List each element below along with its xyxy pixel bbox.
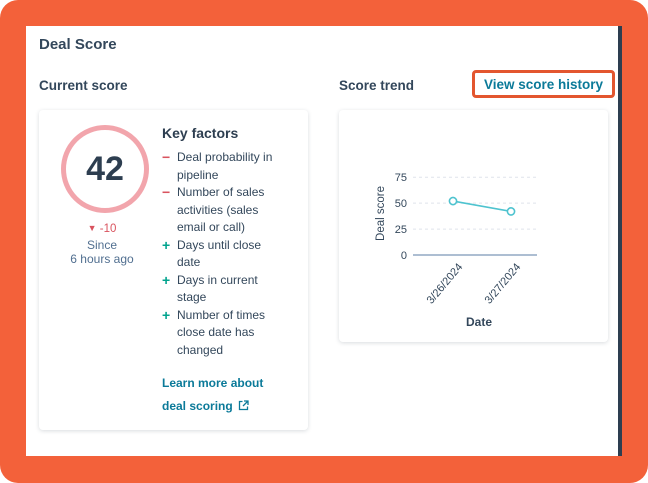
key-factor-item: + Days in current stage <box>162 272 302 307</box>
score-trend-card: 0 25 50 75 Deal score 3/26/2024 3/27/2024 Date <box>339 110 608 342</box>
score-since: Since 6 hours ago <box>39 238 165 266</box>
y-tick-label: 25 <box>395 224 407 236</box>
since-time: 6 hours ago <box>70 252 134 266</box>
x-tick-label: 3/26/2024 <box>425 261 466 306</box>
minus-icon: − <box>162 184 171 200</box>
learn-more-line: Learn more about <box>162 376 264 390</box>
learn-more-link[interactable]: Learn more about deal scoring <box>162 372 302 418</box>
key-factors-list: − Deal probability in pipeline − Number of s… <box>162 149 302 359</box>
deal-score-widget: Deal Score Current score Score trend Vie… <box>26 26 622 456</box>
plus-icon: + <box>162 306 171 323</box>
frame-edge <box>618 26 622 456</box>
key-factor-item: + Number of times close date has changed <box>162 307 302 360</box>
plus-icon: + <box>162 271 171 288</box>
view-score-history-label: View score history <box>483 76 604 92</box>
caret-down-icon: ▼ <box>87 223 97 233</box>
external-link-icon <box>238 400 249 411</box>
x-tick-label: 3/27/2024 <box>483 261 524 306</box>
series-line <box>452 200 512 213</box>
minus-icon: − <box>162 149 171 165</box>
learn-more-text: deal scoring <box>162 399 233 413</box>
score-trend-chart: 0 25 50 75 Deal score 3/26/2024 3/27/2024 Date <box>375 172 537 329</box>
y-tick-label: 75 <box>395 172 407 184</box>
score-delta: ▼ -10 <box>39 223 165 235</box>
score-trend-label: Score trend <box>339 78 415 93</box>
key-factor-text: Days until close date <box>177 237 262 270</box>
current-score-label: Current score <box>39 78 128 93</box>
key-factor-item: + Days until close date <box>162 237 302 272</box>
y-axis-label: Deal score <box>375 186 387 241</box>
data-point <box>506 207 516 216</box>
key-factor-item: − Number of sales activities (sales email o… <box>162 184 302 237</box>
key-factor-text: Number of sales activities (sales email or… <box>177 185 265 234</box>
key-factor-text: Days in current stage <box>177 272 258 305</box>
key-factors-title: Key factors <box>162 125 239 141</box>
key-factor-text: Number of times close date has changed <box>177 307 266 357</box>
current-score-card: 42 ▼ -10 Since 6 hours ago Key factors −… <box>39 110 308 430</box>
score-ring: 42 <box>61 125 149 213</box>
y-tick-label: 0 <box>401 250 407 262</box>
since-label: Since <box>86 238 118 252</box>
y-tick-label: 50 <box>395 198 407 210</box>
score-delta-value: -10 <box>99 223 117 235</box>
x-axis-label: Date <box>466 315 492 329</box>
view-score-history-button[interactable]: View score history <box>472 70 615 98</box>
learn-more-line: deal scoring <box>162 395 302 418</box>
data-point <box>448 196 458 206</box>
key-factor-item: − Deal probability in pipeline <box>162 149 302 184</box>
plus-icon: + <box>162 236 171 253</box>
score-value: 42 <box>86 149 124 188</box>
widget-title: Deal Score <box>39 36 117 53</box>
key-factor-text: Deal probability in pipeline <box>177 150 273 182</box>
